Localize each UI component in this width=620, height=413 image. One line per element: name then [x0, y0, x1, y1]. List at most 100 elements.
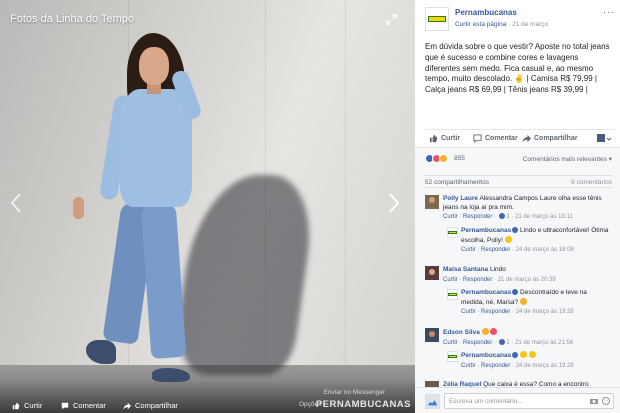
reply-like-link[interactable]: Curtir: [461, 309, 476, 315]
reply-author[interactable]: Pernambucanas: [461, 352, 511, 359]
comment-composer: [415, 387, 620, 413]
comment-body: Polly Laure Alessandra Campos Laure olha…: [443, 195, 611, 222]
comment-like-link[interactable]: Curtir: [443, 214, 458, 220]
reply-meta: Curtir · Responder · 24 de março às 16:0…: [461, 247, 574, 253]
reply-like-link[interactable]: Curtir: [461, 247, 476, 253]
comment-author[interactable]: Polly Laure: [443, 195, 478, 202]
chevron-left-icon[interactable]: [10, 192, 22, 214]
yellow-heart-icon: [528, 351, 536, 358]
emoji-icon[interactable]: [602, 397, 610, 405]
comment-meta: Curtir · Responder · 1 · 21 de março às …: [443, 338, 574, 346]
share-label: Compartilhar: [534, 135, 578, 142]
shares-count[interactable]: 52 compartilhamentos: [425, 179, 489, 186]
post-actions: Curtir Comentar Compartilhar: [425, 129, 615, 145]
avatar[interactable]: [447, 351, 458, 362]
page-name[interactable]: Pernambucanas: [455, 8, 517, 17]
reactions-row: 855 Comentários mais relevantes ▾: [425, 154, 612, 166]
reply-author[interactable]: Pernambucanas: [461, 227, 511, 234]
brand-watermark: PERNAMBUCANAS: [315, 399, 411, 410]
comment-button[interactable]: Comentar: [473, 134, 518, 143]
heart-icon: [490, 328, 498, 335]
composer-tools: [590, 397, 610, 405]
verified-icon: [512, 352, 519, 358]
sunglasses-emoji-icon: [481, 328, 489, 335]
avatar[interactable]: [425, 328, 439, 342]
model-face: [139, 47, 169, 85]
avatar[interactable]: [425, 266, 439, 280]
share-icon: [123, 402, 131, 410]
more-options-icon[interactable]: ···: [603, 7, 615, 17]
expand-icon[interactable]: [386, 14, 397, 25]
reply-reply-link[interactable]: Responder: [481, 247, 510, 253]
wall-seam: [345, 0, 346, 413]
brand-logo: [428, 16, 446, 22]
chevron-right-icon[interactable]: [388, 192, 400, 214]
comment-time[interactable]: 21 de março às 21:56: [515, 340, 573, 346]
post-header: Pernambucanas Curtir esta página · 21 de…: [425, 7, 615, 33]
camera-icon[interactable]: [590, 397, 598, 405]
reply-author[interactable]: Pernambucanas: [461, 289, 511, 296]
comment-meta: Curtir · Responder · 21 de março às 20:3…: [443, 276, 556, 283]
reactions-count[interactable]: 855: [454, 155, 465, 162]
like-icon: [12, 402, 20, 409]
comment-time[interactable]: 21 de março às 18:11: [515, 214, 573, 220]
photo-share-label: Compartilhar: [135, 401, 178, 410]
comment-text: Lindo: [489, 266, 506, 273]
comment-reply-link[interactable]: Responder: [463, 214, 492, 220]
comments-section: 855 Comentários mais relevantes ▾ 52 com…: [415, 147, 620, 413]
post-text: Em dúvida sobre o que vestir? Aposte no …: [425, 42, 610, 95]
avatar[interactable]: [447, 289, 458, 300]
page-meta: Curtir esta página · 21 de março: [455, 21, 548, 28]
reply-time[interactable]: 24 de março às 19:29: [516, 363, 574, 369]
reply-meta: Curtir · Responder · 24 de março às 19:2…: [461, 309, 574, 315]
send-messenger-button[interactable]: Enviar no Messenger: [324, 389, 385, 396]
share-button[interactable]: Compartilhar: [522, 134, 578, 143]
comment-like-count[interactable]: 1: [506, 340, 509, 346]
comments-count[interactable]: 9 comentários: [571, 179, 612, 186]
photo-comment-label: Comentar: [73, 401, 106, 410]
smile-emoji-icon: [519, 297, 527, 305]
comment-author[interactable]: Maísa Santana: [443, 266, 488, 273]
photo-like-label: Curtir: [24, 401, 43, 410]
avatar[interactable]: [447, 227, 458, 238]
comment-reply-link[interactable]: Responder: [463, 277, 492, 283]
verified-icon: [512, 227, 519, 233]
post-side-panel: Pernambucanas Curtir esta página · 21 de…: [415, 0, 620, 413]
photo-comment-button[interactable]: Comentar: [61, 401, 106, 410]
reply-like-link[interactable]: Curtir: [461, 363, 476, 369]
share-icon: [522, 134, 531, 143]
post-date[interactable]: 21 de março: [512, 21, 548, 28]
reply-time[interactable]: 24 de março às 16:08: [516, 247, 574, 253]
reply-reply-link[interactable]: Responder: [481, 309, 510, 315]
avatar[interactable]: [425, 195, 439, 209]
reply-reply-link[interactable]: Responder: [481, 363, 510, 369]
yellow-heart-icon: [520, 351, 528, 358]
comment-label: Comentar: [485, 135, 518, 142]
wow-reaction-icon[interactable]: [439, 154, 448, 163]
verified-icon: [512, 289, 519, 295]
page-avatar[interactable]: [425, 7, 449, 31]
comment-time[interactable]: 21 de março às 20:39: [498, 277, 556, 283]
follow-page-link[interactable]: Curtir esta página: [455, 21, 506, 28]
comment-sort-dropdown[interactable]: Comentários mais relevantes ▾: [523, 155, 612, 163]
comment-like-link[interactable]: Curtir: [443, 277, 458, 283]
comment-reply-link[interactable]: Responder: [463, 340, 492, 346]
reply-time[interactable]: 24 de março às 19:28: [516, 309, 574, 315]
comment-like-link[interactable]: Curtir: [443, 340, 458, 346]
yellow-heart-icon: [504, 235, 512, 243]
reply-meta: Curtir · Responder · 24 de março às 19:2…: [461, 362, 574, 369]
share-as-selector-icon[interactable]: [597, 134, 611, 144]
photo-viewer[interactable]: Fotos da Linha do Tempo Curtir Comentar …: [0, 0, 415, 413]
model-shoe: [86, 340, 116, 364]
album-title[interactable]: Fotos da Linha do Tempo: [10, 13, 134, 25]
comment-author[interactable]: Edson Silva: [443, 329, 480, 336]
photo-like-button[interactable]: Curtir: [12, 401, 42, 410]
like-button[interactable]: Curtir: [429, 134, 460, 143]
model-jeans: [140, 201, 187, 360]
comment-input[interactable]: [444, 393, 614, 409]
photo-share-button[interactable]: Compartilhar: [123, 401, 178, 410]
brand-logo: [448, 231, 457, 234]
comment-like-count[interactable]: 1: [506, 214, 509, 220]
like-count-icon: [498, 213, 505, 219]
reply-body: Pernambucanas Descontraído e leve na med…: [461, 289, 611, 317]
